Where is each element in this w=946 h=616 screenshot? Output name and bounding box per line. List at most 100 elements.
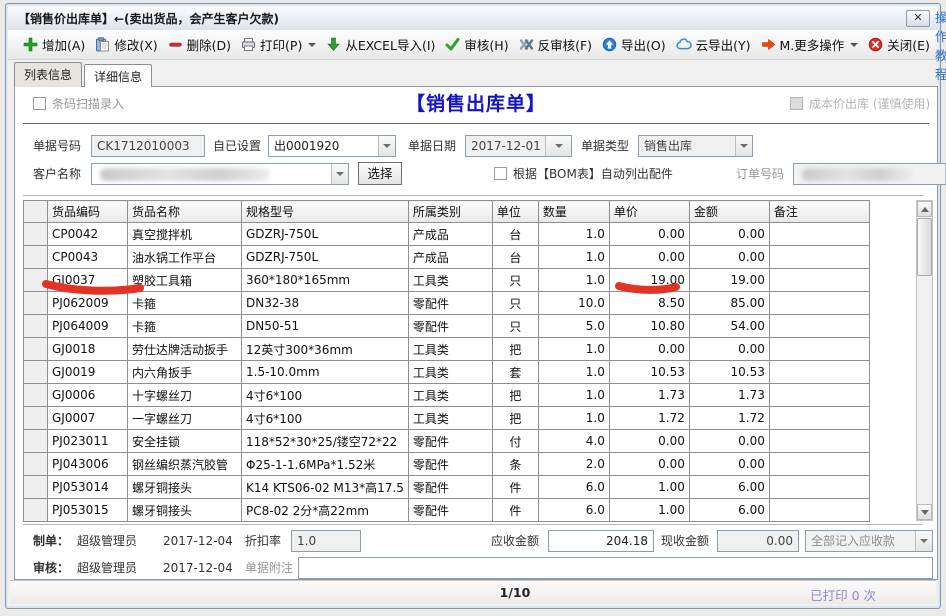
- table-row[interactable]: PJ062009卡箍DN32-38零配件只10.08.5085.00: [24, 292, 870, 315]
- cell[interactable]: 卡箍: [128, 292, 242, 315]
- tab-list-info[interactable]: 列表信息: [14, 62, 82, 87]
- unaudit-button[interactable]: 反审核(F): [514, 32, 597, 57]
- cell[interactable]: [769, 269, 869, 292]
- more-actions-dropdown-caret[interactable]: [850, 43, 858, 47]
- cell[interactable]: 1.5-10.0mm: [242, 361, 409, 384]
- cell[interactable]: PC8-02 2分*高22mm: [242, 499, 409, 522]
- cell[interactable]: [769, 499, 869, 522]
- chevron-down-icon[interactable]: [378, 136, 395, 156]
- cell[interactable]: [769, 476, 869, 499]
- table-row[interactable]: GJ0037塑胶工具箱360*180*165mm工具类只1.019.0019.0…: [24, 269, 870, 292]
- cell[interactable]: GDZRJ-750L: [242, 246, 409, 269]
- cell[interactable]: 产成品: [408, 246, 492, 269]
- cloud-export-button[interactable]: 云导出(Y): [671, 32, 756, 57]
- close-button[interactable]: 关闭(E): [863, 32, 935, 57]
- cell[interactable]: [769, 315, 869, 338]
- cell[interactable]: 零配件: [408, 499, 492, 522]
- calendar-icon[interactable]: [545, 136, 571, 156]
- window-close-button[interactable]: ✕: [906, 10, 930, 27]
- export-button[interactable]: 导出(O): [597, 32, 671, 57]
- cell[interactable]: 工具类: [408, 269, 492, 292]
- cell[interactable]: 条: [492, 453, 538, 476]
- col-header-spec[interactable]: 规格型号: [242, 201, 409, 223]
- col-header-amount[interactable]: 金额: [689, 201, 769, 223]
- cell[interactable]: [769, 407, 869, 430]
- cell[interactable]: 1.0: [538, 223, 609, 246]
- cell[interactable]: 1.0: [538, 361, 609, 384]
- cell[interactable]: 10.80: [609, 315, 689, 338]
- cell[interactable]: 1.73: [689, 384, 769, 407]
- cell[interactable]: 1.0: [538, 246, 609, 269]
- cell[interactable]: 1.0: [538, 338, 609, 361]
- cell[interactable]: GDZRJ-750L: [242, 223, 409, 246]
- date-field[interactable]: 2017-12-01: [465, 135, 572, 157]
- cell[interactable]: 1.72: [609, 407, 689, 430]
- cell[interactable]: CP0043: [48, 246, 128, 269]
- cell[interactable]: [769, 223, 869, 246]
- cell[interactable]: 8.50: [609, 292, 689, 315]
- chevron-down-icon[interactable]: [735, 136, 752, 156]
- cell[interactable]: 118*52*30*25/镂空72*22: [242, 430, 409, 453]
- row-selector[interactable]: [24, 453, 48, 476]
- col-header-name[interactable]: 货品名称: [128, 201, 242, 223]
- cell[interactable]: 塑胶工具箱: [128, 269, 242, 292]
- cell[interactable]: GJ0018: [48, 338, 128, 361]
- cell[interactable]: 0.00: [609, 430, 689, 453]
- cell[interactable]: GJ0006: [48, 384, 128, 407]
- self-set-dropdown[interactable]: 出0001920: [268, 135, 396, 157]
- row-selector[interactable]: [24, 338, 48, 361]
- note-field[interactable]: [298, 557, 933, 579]
- cell[interactable]: [769, 430, 869, 453]
- cell[interactable]: 0.00: [689, 430, 769, 453]
- cell[interactable]: 85.00: [689, 292, 769, 315]
- cell[interactable]: GJ0007: [48, 407, 128, 430]
- cell[interactable]: 工具类: [408, 361, 492, 384]
- cell[interactable]: 10.0: [538, 292, 609, 315]
- cell[interactable]: 1.0: [538, 407, 609, 430]
- scroll-up-icon[interactable]: [917, 201, 932, 217]
- cell[interactable]: [769, 292, 869, 315]
- cell[interactable]: GJ0019: [48, 361, 128, 384]
- table-row[interactable]: CP0042真空搅拌机GDZRJ-750L产成品台1.00.000.00: [24, 223, 870, 246]
- cell[interactable]: 0.00: [609, 246, 689, 269]
- table-row[interactable]: GJ0019内六角扳手1.5-10.0mm工具类套1.010.5310.53: [24, 361, 870, 384]
- cell[interactable]: 零配件: [408, 315, 492, 338]
- row-selector[interactable]: [24, 361, 48, 384]
- cell[interactable]: 12英寸300*36mm: [242, 338, 409, 361]
- cell[interactable]: 真空搅拌机: [128, 223, 242, 246]
- row-selector[interactable]: [24, 315, 48, 338]
- grid-vertical-scrollbar[interactable]: [916, 200, 933, 521]
- cell[interactable]: 螺牙铜接头: [128, 476, 242, 499]
- select-customer-button[interactable]: 选择: [358, 162, 402, 185]
- col-header-category[interactable]: 所属类别: [408, 201, 492, 223]
- cell[interactable]: 十字螺丝刀: [128, 384, 242, 407]
- cell[interactable]: 5.0: [538, 315, 609, 338]
- cell[interactable]: 1.00: [609, 499, 689, 522]
- cell[interactable]: 套: [492, 361, 538, 384]
- table-row[interactable]: PJ053015螺牙铜接头PC8-02 2分*高22mm零配件件6.01.006…: [24, 499, 870, 522]
- cell[interactable]: 1.72: [689, 407, 769, 430]
- table-row[interactable]: PJ064009卡箍DN50-51零配件只5.010.8054.00: [24, 315, 870, 338]
- scroll-down-icon[interactable]: [917, 504, 932, 520]
- cell[interactable]: 6.0: [538, 499, 609, 522]
- tab-detail-info[interactable]: 详细信息: [84, 64, 152, 87]
- cell[interactable]: 54.00: [689, 315, 769, 338]
- customer-dropdown[interactable]: [91, 163, 349, 185]
- cell[interactable]: 零配件: [408, 292, 492, 315]
- cell[interactable]: 内六角扳手: [128, 361, 242, 384]
- cell[interactable]: DN32-38: [242, 292, 409, 315]
- cell[interactable]: 劳仕达牌活动扳手: [128, 338, 242, 361]
- col-header-note[interactable]: 备注: [769, 201, 869, 223]
- cell[interactable]: 6.0: [538, 476, 609, 499]
- cell[interactable]: 只: [492, 315, 538, 338]
- cell[interactable]: 0.00: [689, 453, 769, 476]
- cell[interactable]: 件: [492, 476, 538, 499]
- table-row[interactable]: PJ023011安全挂锁118*52*30*25/镂空72*22零配件付4.00…: [24, 430, 870, 453]
- cell[interactable]: 1.0: [538, 269, 609, 292]
- cell[interactable]: 4.0: [538, 430, 609, 453]
- cell[interactable]: DN50-51: [242, 315, 409, 338]
- cell[interactable]: 6.00: [689, 476, 769, 499]
- row-selector[interactable]: [24, 384, 48, 407]
- cell[interactable]: 螺牙铜接头: [128, 499, 242, 522]
- cell[interactable]: 4寸6*100: [242, 384, 409, 407]
